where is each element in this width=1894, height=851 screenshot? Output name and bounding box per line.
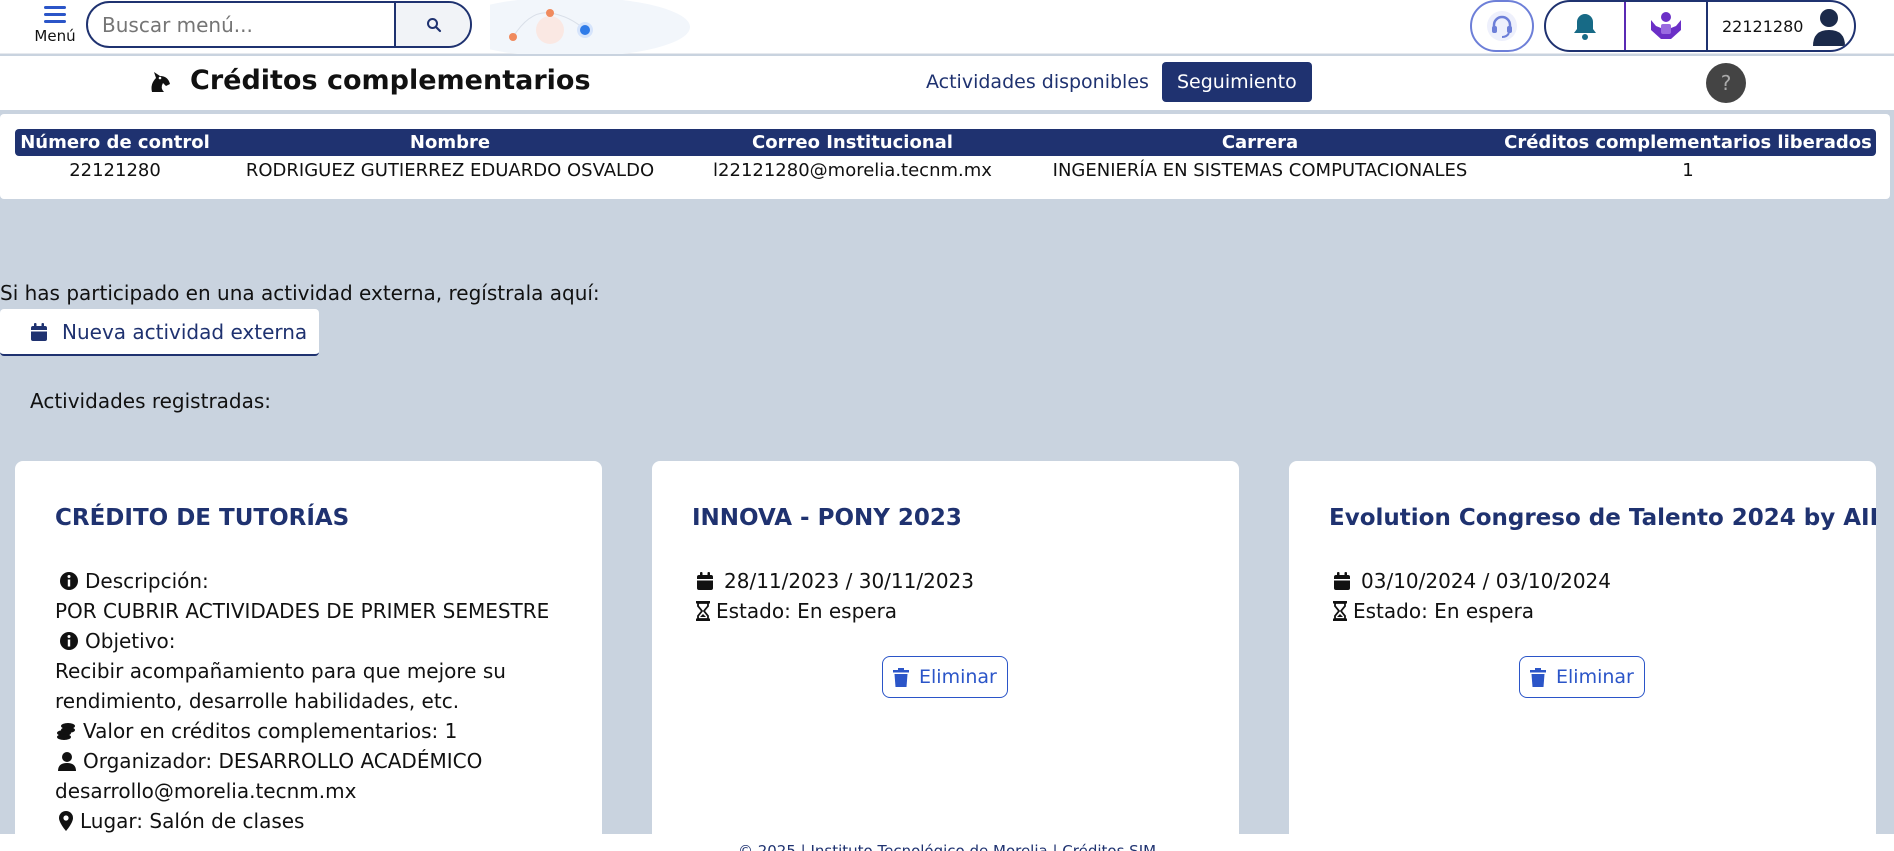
hourglass-icon	[696, 601, 710, 621]
info-icon	[60, 572, 78, 590]
support-button[interactable]	[1470, 0, 1534, 52]
description-label: Descripción:	[85, 569, 209, 593]
delete-button[interactable]: Eliminar	[1519, 656, 1645, 698]
cell-name: RODRIGUEZ GUTIERREZ EDUARDO OSVALDO	[245, 159, 655, 181]
delete-button[interactable]: Eliminar	[882, 656, 1008, 698]
table-row: 22121280 RODRIGUEZ GUTIERREZ EDUARDO OSV…	[15, 156, 1876, 184]
trash-icon	[893, 667, 909, 687]
calendar-icon	[1334, 572, 1350, 590]
page-title: Créditos complementarios	[190, 65, 591, 96]
student-table: Número de control Nombre Correo Instituc…	[15, 129, 1876, 184]
activity-card: Evolution Congreso de Talento 2024 by AI…	[1289, 461, 1876, 851]
section-header: Créditos complementarios Actividades dis…	[0, 56, 1894, 110]
delete-label: Eliminar	[919, 666, 997, 688]
credit-value: Valor en créditos complementarios: 1	[83, 719, 458, 743]
header-name: Nombre	[215, 129, 685, 156]
headset-icon	[1487, 11, 1517, 41]
user-icon	[1813, 9, 1846, 46]
search-box	[86, 1, 472, 48]
footer: © 2025 | Instituto Tecnológico de Moreli…	[0, 834, 1894, 851]
place: Lugar: Salón de clases	[80, 809, 305, 833]
menu-button[interactable]: Menú	[30, 2, 80, 50]
activity-title: CRÉDITO DE TUTORÍAS	[55, 505, 350, 531]
help-button[interactable]: ?	[1706, 63, 1746, 103]
delete-label: Eliminar	[1556, 666, 1634, 688]
tab-tracking[interactable]: Seguimiento	[1162, 62, 1312, 102]
registered-activities-label: Actividades registradas:	[30, 389, 272, 413]
horse-logo-icon	[151, 72, 170, 92]
activity-dates: 28/11/2023 / 30/11/2023	[724, 569, 974, 593]
tab-available-activities[interactable]: Actividades disponibles	[912, 62, 1163, 102]
notifications-button[interactable]	[1546, 2, 1626, 50]
organizer: Organizador: DESARROLLO ACADÉMICO	[83, 749, 483, 773]
external-activity-prompt: Si has participado en una actividad exte…	[0, 281, 600, 305]
cell-control-number: 22121280	[69, 159, 161, 181]
hourglass-icon	[1333, 601, 1347, 621]
search-input[interactable]	[88, 3, 394, 46]
activity-details: 28/11/2023 / 30/11/2023 Estado: En esper…	[692, 566, 1209, 626]
objective-label: Objetivo:	[85, 629, 176, 653]
trash-icon	[1530, 667, 1546, 687]
location-icon	[59, 811, 73, 831]
search-button[interactable]	[394, 3, 470, 46]
table-header-row: Número de control Nombre Correo Instituc…	[15, 129, 1876, 156]
cell-email: l22121280@morelia.tecnm.mx	[713, 159, 992, 181]
decorative-dots	[490, 0, 690, 54]
student-info-card: Número de control Nombre Correo Instituc…	[0, 114, 1890, 199]
support-hands-button[interactable]	[1626, 2, 1708, 50]
menu-icon	[44, 6, 66, 23]
header-credits: Créditos complementarios liberados	[1500, 129, 1876, 156]
person-icon	[58, 752, 76, 771]
bell-icon	[1574, 14, 1596, 40]
new-external-activity-label: Nueva actividad externa	[62, 319, 308, 344]
activity-details: Descripción: POR CUBRIR ACTIVIDADES DE P…	[55, 566, 572, 836]
activity-card: INNOVA - PONY 2023 28/11/2023 / 30/11/20…	[652, 461, 1239, 851]
info-icon	[60, 632, 78, 650]
activity-title: Evolution Congreso de Talento 2024 by AI…	[1329, 505, 1876, 531]
calendar-icon	[697, 572, 713, 590]
activity-card: CRÉDITO DE TUTORÍAS Descripción: POR CUB…	[15, 461, 602, 851]
activity-status: Estado: En espera	[716, 599, 898, 623]
user-toolbar: 22121280	[1544, 0, 1856, 52]
user-id: 22121280	[1722, 16, 1804, 36]
objective-text: Recibir acompañamiento para que mejore s…	[55, 659, 506, 713]
menu-label: Menú	[34, 27, 76, 45]
user-menu[interactable]: 22121280	[1708, 2, 1854, 50]
hands-icon	[1651, 12, 1681, 39]
description-text: POR CUBRIR ACTIVIDADES DE PRIMER SEMESTR…	[55, 599, 550, 623]
top-bar: Menú 22121280	[0, 0, 1894, 54]
cell-career: INGENIERÍA EN SISTEMAS COMPUTACIONALES	[1052, 159, 1468, 181]
organizer-email: desarrollo@morelia.tecnm.mx	[55, 779, 357, 803]
search-icon	[427, 17, 442, 32]
activity-status: Estado: En espera	[1353, 599, 1535, 623]
new-external-activity-button[interactable]: Nueva actividad externa	[0, 309, 319, 356]
header-email: Correo Institucional	[685, 129, 1020, 156]
activity-dates: 03/10/2024 / 03/10/2024	[1361, 569, 1611, 593]
header-career: Carrera	[1020, 129, 1500, 156]
coins-icon	[57, 723, 75, 740]
calendar-icon	[31, 322, 47, 341]
cell-credits: 1	[1682, 159, 1694, 181]
activity-details: 03/10/2024 / 03/10/2024 Estado: En esper…	[1329, 566, 1846, 626]
activity-title: INNOVA - PONY 2023	[692, 505, 962, 531]
header-control-number: Número de control	[15, 129, 215, 156]
